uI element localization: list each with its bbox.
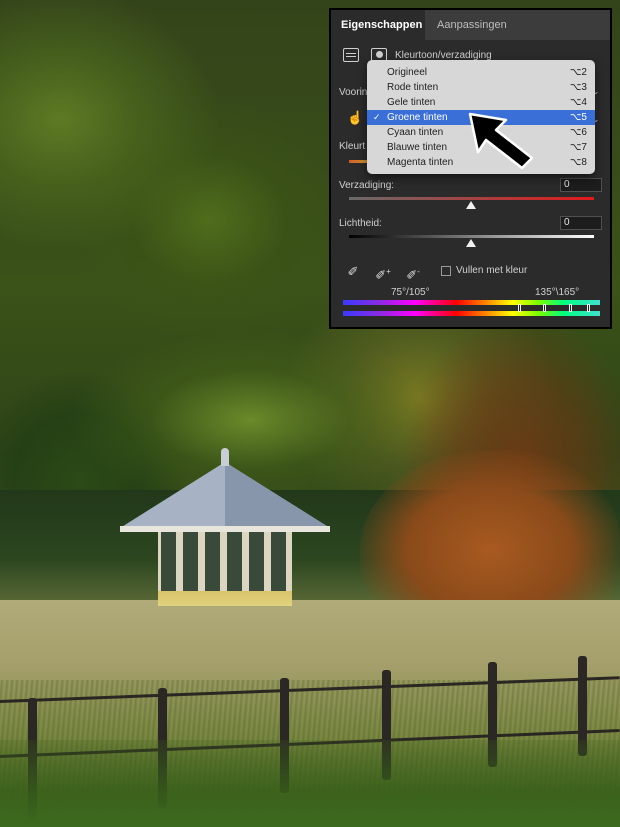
saturation-value-field[interactable]: 0 [560,178,602,192]
pointer-arrow-icon [468,112,534,170]
menu-item-shortcut: ⌥4 [569,97,587,108]
range-right-label: 135°\165° [535,287,580,298]
targeted-adjust-hand-icon[interactable]: ☝ [347,110,363,126]
menu-item-label: Rode tinten [387,82,439,93]
menu-item-shortcut: ⌥8 [569,157,587,168]
lightness-slider-track[interactable] [349,235,594,238]
range-left-label: 75°/105° [391,287,430,298]
menu-item-shortcut: ⌥7 [569,142,587,153]
menu-item-label: Gele tinten [387,97,436,108]
menu-item-shortcut: ⌥5 [569,112,587,123]
gazebo-finial [221,448,229,466]
hue-slider-track[interactable] [349,160,369,163]
saturation-label: Verzadiging: [339,180,395,191]
tab-eigenschappen[interactable]: Eigenschappen [331,10,425,40]
range-handle[interactable] [543,304,546,312]
menu-item-shortcut: ⌥2 [569,67,587,78]
foreground-grass [0,740,620,827]
colorize-label: Vullen met kleur [456,265,528,276]
lightness-value-field[interactable]: 0 [560,216,602,230]
lightness-slider-thumb[interactable] [466,239,476,247]
hue-spectrum-bar-bottom [343,311,600,316]
menu-item-label: Cyaan tinten [387,127,444,138]
saturation-slider-thumb[interactable] [466,201,476,209]
menu-item-rode-tinten[interactable]: Rode tinten ⌥3 [367,80,595,95]
menu-item-label: Blauwe tinten [387,142,448,153]
fence-rail [0,676,620,703]
menu-item-shortcut: ⌥3 [569,82,587,93]
tab-aanpassingen[interactable]: Aanpassingen [427,10,517,40]
preset-label: Voorin [339,87,368,98]
eyedropper-icon[interactable]: ✐ [345,264,361,280]
gazebo-pavilion [158,532,292,606]
gazebo [120,448,330,608]
menu-item-gele-tinten[interactable]: Gele tinten ⌥4 [367,95,595,110]
range-handle[interactable] [569,304,572,312]
channel-label: Kleurt [339,141,366,152]
range-handle[interactable] [587,304,590,312]
menu-item-label: Origineel [387,67,428,78]
checkmark-icon: ✓ [373,112,381,122]
menu-item-label: Groene tinten [387,112,448,123]
menu-item-label: Magenta tinten [387,157,454,168]
menu-item-shortcut: ⌥6 [569,127,587,138]
lightness-label: Lichtheid: [339,218,382,229]
panel-tab-bar: Eigenschappen Aanpassingen [331,10,610,40]
range-handle[interactable] [518,304,521,312]
adjustment-layer-icon[interactable] [343,48,359,62]
saturation-slider-track[interactable] [349,197,594,200]
menu-item-origineel[interactable]: Origineel ⌥2 [367,65,595,80]
eyedropper-minus-icon[interactable]: ✐- [405,264,421,282]
hue-spectrum-bar-top [343,300,600,305]
colorize-checkbox[interactable] [441,266,451,276]
gazebo-roof-shade [225,462,330,528]
eyedropper-plus-icon[interactable]: ✐+ [375,264,391,282]
